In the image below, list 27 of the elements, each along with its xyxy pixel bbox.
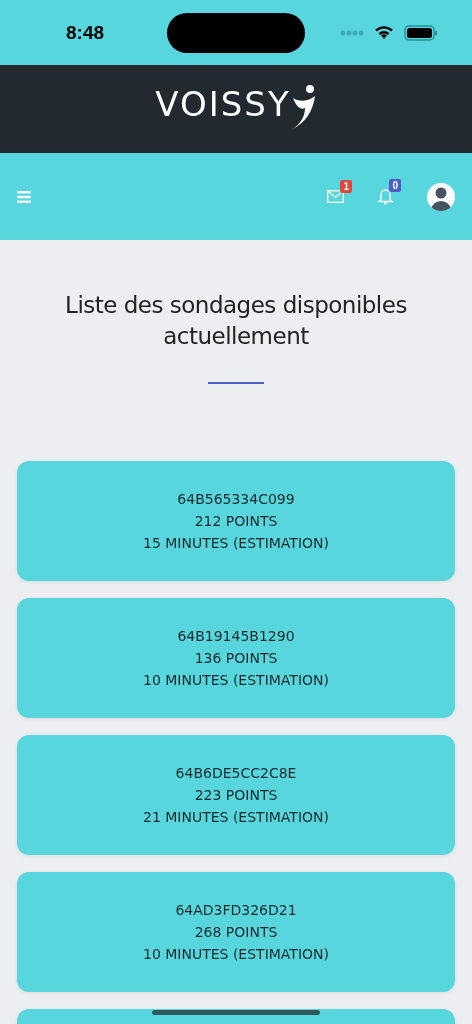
survey-duration: 21 MINUTES (ESTIMATION)	[143, 807, 329, 827]
brand-logo: VOISSY	[155, 84, 291, 124]
survey-card[interactable]: 64B19145B1290 136 POINTS 10 MINUTES (ESTIMATION)	[17, 598, 455, 718]
survey-duration: 10 MINUTES (ESTIMATION)	[143, 944, 329, 964]
survey-card[interactable]: 64B565334C099 212 POINTS 15 MINUTES (ESTIMATION)	[17, 461, 455, 581]
cellular-signal-icon	[340, 29, 364, 36]
survey-points: 212 POINTS	[194, 511, 278, 531]
survey-id: 64B19145B1290	[177, 626, 295, 646]
survey-points: 136 POINTS	[194, 648, 278, 668]
survey-id: 64B565334C099	[177, 489, 295, 509]
survey-card[interactable]: 64B6DE5CC2C8E 223 POINTS 21 MINUTES (ESTIMATION)	[17, 735, 455, 855]
battery-icon	[404, 24, 438, 41]
wifi-icon	[374, 25, 394, 40]
user-avatar[interactable]	[427, 182, 455, 211]
notification-count-badge: 0	[389, 178, 401, 192]
notifications-button[interactable]: 0	[378, 178, 401, 205]
status-time: 8:48	[66, 21, 105, 44]
messages-button[interactable]: 1	[327, 180, 352, 203]
survey-id: 64B6DE5CC2C8E	[175, 763, 297, 783]
survey-points: 223 POINTS	[194, 785, 278, 805]
survey-points: 268 POINTS	[194, 922, 278, 942]
message-count-badge: 1	[340, 180, 352, 193]
survey-card[interactable]: 64AD3FD326D21 268 POINTS 10 MINUTES (ESTIMATION)	[17, 872, 455, 992]
page-title: Liste des sondages disponibles actuellement	[64, 291, 408, 351]
survey-duration: 15 MINUTES (ESTIMATION)	[143, 533, 329, 553]
survey-duration: 10 MINUTES (ESTIMATION)	[143, 670, 329, 690]
survey-id: 64AD3FD326D21	[175, 900, 297, 920]
